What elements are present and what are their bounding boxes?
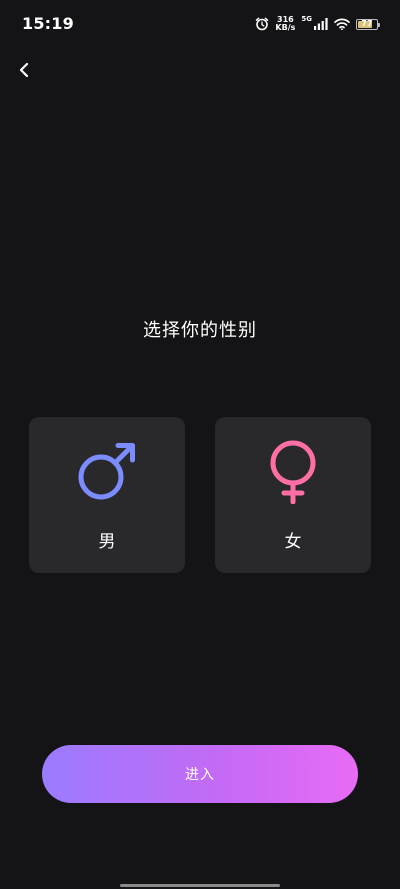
network-type: 5G [301, 15, 312, 23]
battery-level: 77 [361, 18, 373, 28]
alarm-clock-icon [255, 17, 269, 31]
network-speed: 316 KB/s [275, 16, 295, 32]
chevron-left-icon [17, 62, 31, 82]
male-symbol-icon [77, 440, 137, 504]
battery-icon: 77 [356, 18, 380, 30]
status-time: 15:19 [22, 14, 74, 33]
gender-label-male: 男 [98, 532, 116, 552]
gender-label-female: 女 [284, 532, 302, 552]
wifi-icon [334, 18, 350, 30]
enter-button[interactable]: 进入 [42, 745, 358, 803]
signal-strength-icon [314, 18, 328, 30]
home-indicator[interactable] [120, 884, 280, 887]
page-title: 选择你的性别 [143, 320, 257, 341]
battery-cap [378, 22, 380, 27]
status-bar: 15:19 316 KB/s 5G 77 [0, 0, 400, 48]
network-speed-unit: KB/s [275, 23, 296, 32]
back-button[interactable] [10, 58, 38, 86]
status-icons: 316 KB/s 5G 77 [255, 14, 380, 34]
female-symbol-icon [263, 440, 323, 504]
gender-option-female[interactable]: 女 [215, 417, 371, 573]
gender-option-male[interactable]: 男 [29, 417, 185, 573]
